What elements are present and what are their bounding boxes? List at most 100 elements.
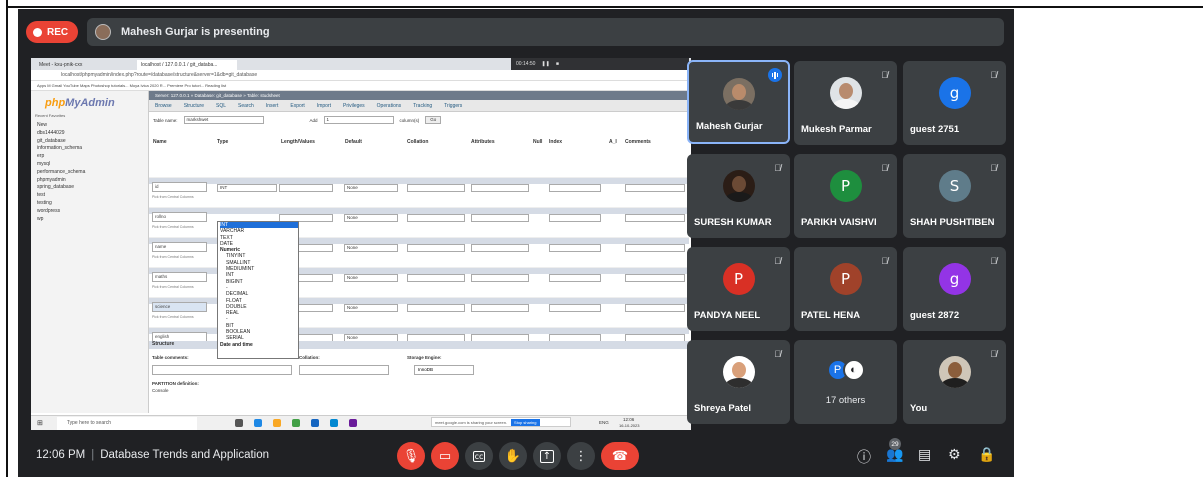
storage-engine-select[interactable]: InnoDB <box>414 365 474 375</box>
app-icon[interactable] <box>329 419 338 427</box>
participant-tile[interactable]: 🎙̸ g guest 2751 <box>903 61 1006 145</box>
pma-recent-favorites[interactable]: Recent Favorites <box>31 109 148 122</box>
collation-select[interactable] <box>407 304 465 312</box>
mic-toggle-button[interactable]: 🎙 <box>397 442 425 470</box>
type-select[interactable]: INT <box>217 184 277 192</box>
go-button[interactable]: Go <box>425 116 442 124</box>
index-select[interactable] <box>549 274 601 282</box>
others-tile[interactable]: P ◐ 17 others <box>794 340 897 424</box>
add-columns-input[interactable]: 1 <box>323 116 394 124</box>
db-tree-item[interactable]: New <box>37 122 148 130</box>
pma-tab[interactable]: Operations <box>377 103 401 109</box>
field-name-input[interactable]: id <box>152 182 207 192</box>
app-icon[interactable] <box>348 419 357 427</box>
host-controls-icon[interactable]: 🔒 <box>978 447 995 463</box>
chat-icon[interactable]: ▤ <box>918 447 931 463</box>
pause-icon[interactable]: ❚❚ <box>541 61 549 67</box>
attributes-select[interactable] <box>471 214 529 222</box>
default-select[interactable]: None <box>344 274 398 282</box>
db-tree-item[interactable]: dbs1444029 <box>37 130 148 138</box>
present-button[interactable]: ↑ <box>533 442 561 470</box>
pma-tab[interactable]: Structure <box>184 103 204 109</box>
participant-tile[interactable]: 🎙̸ P PANDYA NEEL <box>687 247 790 331</box>
windows-start-icon[interactable]: ⊞ <box>37 419 43 427</box>
edge-icon[interactable] <box>253 419 262 427</box>
stop-icon[interactable]: ■ <box>556 61 559 67</box>
pma-tab[interactable]: Import <box>317 103 331 109</box>
field-name-input[interactable]: maths <box>152 272 207 282</box>
pma-tab[interactable]: Browse <box>155 103 172 109</box>
collation-select[interactable] <box>407 214 465 222</box>
db-tree-item[interactable]: information_schema <box>37 145 148 153</box>
table-comments-input[interactable] <box>152 365 292 375</box>
attributes-select[interactable] <box>471 244 529 252</box>
default-select[interactable]: None <box>344 304 398 312</box>
task-view-icon[interactable] <box>234 419 243 427</box>
db-tree-item[interactable]: mysql <box>37 161 148 169</box>
pma-tab[interactable]: Export <box>290 103 304 109</box>
collation-select[interactable] <box>407 244 465 252</box>
participant-tile[interactable]: 🎙̸ Mukesh Parmar <box>794 61 897 145</box>
pma-tab[interactable]: Insert <box>266 103 279 109</box>
db-tree-item[interactable]: performance_schema <box>37 169 148 177</box>
pick-central-link[interactable]: Pick from Central Columns <box>152 285 194 289</box>
default-select[interactable]: None <box>344 244 398 252</box>
comments-input[interactable] <box>625 244 685 252</box>
more-options-button[interactable]: ⋮ <box>567 442 595 470</box>
pma-tab[interactable]: Privileges <box>343 103 365 109</box>
app-icon[interactable] <box>310 419 319 427</box>
raise-hand-button[interactable]: ✋ <box>499 442 527 470</box>
db-tree-item[interactable]: wp <box>37 216 148 224</box>
chrome-icon[interactable] <box>291 419 300 427</box>
participant-tile[interactable]: 🎙̸ S SHAH PUSHTIBEN <box>903 154 1006 238</box>
pick-central-link[interactable]: Pick from Central Columns <box>152 315 194 319</box>
pma-tab[interactable]: SQL <box>216 103 226 109</box>
pma-tab[interactable]: Search <box>238 103 254 109</box>
camera-toggle-button[interactable]: ▭ <box>431 442 459 470</box>
address-bar[interactable]: localhost/phpmyadmin/index.php?route=/da… <box>31 70 691 81</box>
comments-input[interactable] <box>625 214 685 222</box>
db-tree-item[interactable]: phpmyadmin <box>37 177 148 185</box>
participant-tile[interactable]: 🎙̸ Shreya Patel <box>687 340 790 424</box>
index-select[interactable] <box>549 304 601 312</box>
db-tree-item[interactable]: testing <box>37 200 148 208</box>
pick-central-link[interactable]: Pick from Central Columns <box>152 255 194 259</box>
end-call-button[interactable]: ☎ <box>601 442 639 470</box>
db-tree-item[interactable]: wordpress <box>37 208 148 216</box>
comments-input[interactable] <box>625 304 685 312</box>
comments-input[interactable] <box>625 274 685 282</box>
collation-select[interactable] <box>407 274 465 282</box>
participant-tile[interactable]: 🎙̸ P PARIKH VAISHVI <box>794 154 897 238</box>
attributes-select[interactable] <box>471 184 529 192</box>
index-select[interactable] <box>549 214 601 222</box>
field-name-input[interactable]: name <box>152 242 207 252</box>
taskbar-search[interactable]: Type here to search <box>56 416 197 430</box>
length-input[interactable] <box>279 184 333 192</box>
db-tree-item[interactable]: git_database <box>37 138 148 146</box>
participant-tile[interactable]: 🎙̸ SURESH KUMAR <box>687 154 790 238</box>
attributes-select[interactable] <box>471 304 529 312</box>
collation-select[interactable] <box>407 184 465 192</box>
pick-central-link[interactable]: Pick from Central Columns <box>152 195 194 199</box>
index-select[interactable] <box>549 244 601 252</box>
console-tab[interactable]: Console <box>152 388 169 393</box>
db-tree-item[interactable]: test <box>37 192 148 200</box>
participant-tile[interactable]: Mahesh Gurjar <box>687 60 790 144</box>
pma-tab[interactable]: Tracking <box>413 103 432 109</box>
browser-tab[interactable]: Meet - kxu-pnik-cxx <box>35 60 135 70</box>
browser-tab-active[interactable]: localhost / 127.0.0.1 / git_databa... <box>137 60 237 70</box>
default-select[interactable]: None <box>344 214 398 222</box>
index-select[interactable] <box>549 184 601 192</box>
field-name-input[interactable]: rollno <box>152 212 207 222</box>
participant-tile[interactable]: 🎙̸ You <box>903 340 1006 424</box>
table-collation-select[interactable] <box>299 365 389 375</box>
default-select[interactable]: None <box>344 184 398 192</box>
pma-tab[interactable]: Triggers <box>444 103 462 109</box>
activities-icon[interactable]: ⚙ <box>948 447 961 463</box>
participant-tile[interactable]: 🎙̸ P PATEL HENA <box>794 247 897 331</box>
db-tree-item[interactable]: spring_database <box>37 184 148 192</box>
explorer-icon[interactable] <box>272 419 281 427</box>
comments-input[interactable] <box>625 184 685 192</box>
stop-sharing-button[interactable]: Stop sharing <box>511 418 540 426</box>
attributes-select[interactable] <box>471 274 529 282</box>
